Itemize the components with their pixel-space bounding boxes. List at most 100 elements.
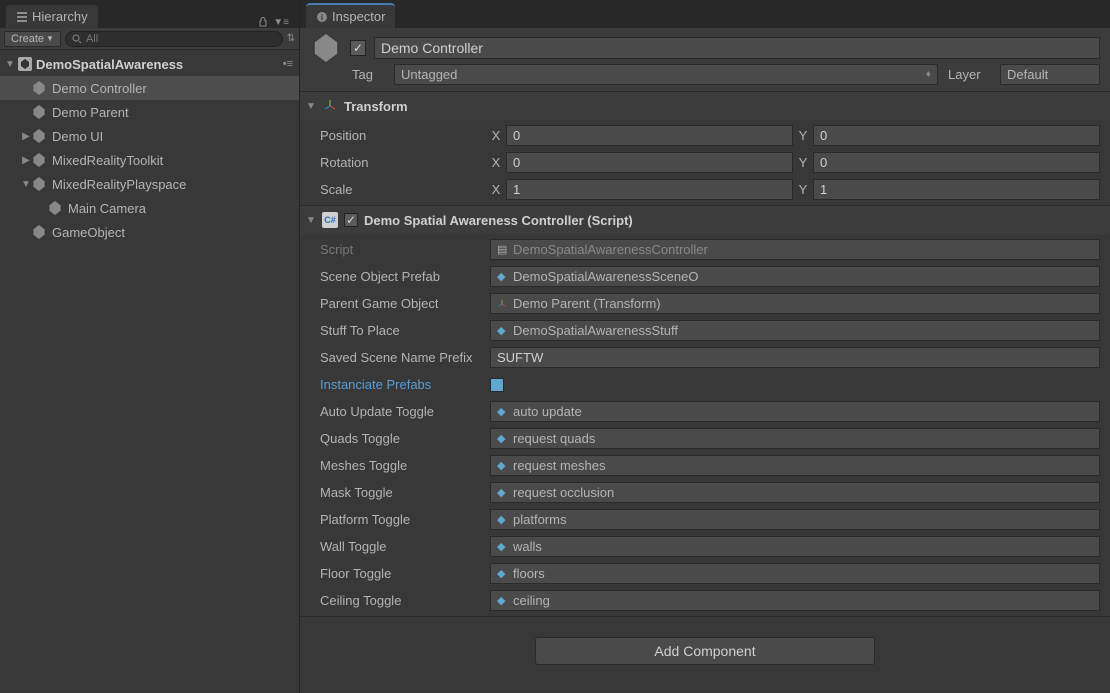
hierarchy-tab-label: Hierarchy xyxy=(32,9,88,24)
gameobject-icon xyxy=(32,225,50,239)
hierarchy-search-input[interactable] xyxy=(86,33,276,45)
scene-prefab-field[interactable]: ◆DemoSpatialAwarenessSceneO xyxy=(490,266,1100,287)
instanciate-checkbox[interactable] xyxy=(490,378,504,392)
position-y-input[interactable]: 0 xyxy=(813,125,1100,146)
active-checkbox[interactable]: ✓ xyxy=(350,40,366,56)
scene-root[interactable]: ▼ DemoSpatialAwareness •≡ xyxy=(0,52,299,76)
transform-header[interactable]: ▼ Transform xyxy=(300,92,1110,120)
prefab-icon: ◆ xyxy=(497,432,509,445)
ceiling-value: ceiling xyxy=(513,593,550,608)
rotation-label: Rotation xyxy=(310,155,490,170)
tag-dropdown[interactable]: Untagged ♦ xyxy=(394,64,938,85)
gameobject-icon xyxy=(310,32,342,64)
tree-item-demo-controller[interactable]: Demo Controller xyxy=(0,76,299,100)
lock-icon[interactable] xyxy=(257,16,269,28)
stuff-row: Stuff To Place ◆DemoSpatialAwarenessStuf… xyxy=(300,317,1110,344)
gameobject-icon xyxy=(32,129,50,143)
inspector-tab[interactable]: i Inspector xyxy=(306,3,395,28)
tree-item-playspace[interactable]: ▼ MixedRealityPlayspace xyxy=(0,172,299,196)
platform-field[interactable]: ◆platforms xyxy=(490,509,1100,530)
collapse-arrow-icon[interactable]: ▼ xyxy=(306,215,316,226)
tree-item-label: GameObject xyxy=(50,225,125,240)
tree-item-demo-ui[interactable]: ▶ Demo UI xyxy=(0,124,299,148)
tree-item-label: Demo Controller xyxy=(50,81,147,96)
expand-arrow-icon[interactable]: ▶ xyxy=(20,131,32,142)
script-header[interactable]: ▼ C# ✓ Demo Spatial Awareness Controller… xyxy=(300,206,1110,234)
scene-menu-icon[interactable]: •≡ xyxy=(283,58,299,70)
tree-item-label: Demo Parent xyxy=(50,105,129,120)
tag-value: Untagged xyxy=(401,67,457,82)
scale-y-input[interactable]: 1 xyxy=(813,179,1100,200)
wall-row: Wall Toggle ◆walls xyxy=(300,533,1110,560)
chevron-down-icon: ▼ xyxy=(46,34,54,43)
axis-x-label: X xyxy=(490,182,502,197)
hierarchy-search[interactable] xyxy=(65,31,283,47)
tree-item-label: MixedRealityPlayspace xyxy=(50,177,186,192)
stuff-value: DemoSpatialAwarenessStuff xyxy=(513,323,678,338)
panel-menu-icon[interactable]: ▼≡ xyxy=(273,17,289,28)
script-ref-value: DemoSpatialAwarenessController xyxy=(513,242,708,257)
rotation-y-input[interactable]: 0 xyxy=(813,152,1100,173)
prefab-icon: ◆ xyxy=(497,486,509,499)
saved-prefix-input[interactable]: SUFTW xyxy=(490,347,1100,368)
wall-label: Wall Toggle xyxy=(310,539,490,554)
scale-x-input[interactable]: 1 xyxy=(506,179,793,200)
scale-row: Scale X1 Y1 xyxy=(300,176,1110,203)
collapse-arrow-icon[interactable]: ▼ xyxy=(306,101,316,112)
gameobject-icon xyxy=(32,177,50,191)
hierarchy-panel: Hierarchy ▼≡ Create ▼ ⇅ ▼ DemoSpatialA xyxy=(0,0,300,693)
svg-text:i: i xyxy=(321,13,323,22)
expand-arrow-icon[interactable]: ▶ xyxy=(20,155,32,166)
hierarchy-tab[interactable]: Hierarchy xyxy=(6,5,98,28)
script-file-icon: ▤ xyxy=(497,243,509,256)
hierarchy-toolbar: Create ▼ ⇅ xyxy=(0,28,299,50)
script-title: Demo Spatial Awareness Controller (Scrip… xyxy=(364,213,633,228)
scene-prefab-value: DemoSpatialAwarenessSceneO xyxy=(513,269,698,284)
wall-field[interactable]: ◆walls xyxy=(490,536,1100,557)
mask-value: request occlusion xyxy=(513,485,614,500)
parent-field[interactable]: Demo Parent (Transform) xyxy=(490,293,1100,314)
add-component-button[interactable]: Add Component xyxy=(535,637,875,665)
create-dropdown[interactable]: Create ▼ xyxy=(4,31,61,47)
parent-row: Parent Game Object Demo Parent (Transfor… xyxy=(300,290,1110,317)
auto-update-label: Auto Update Toggle xyxy=(310,404,490,419)
expand-arrow-icon[interactable]: ▼ xyxy=(4,59,16,70)
quads-field[interactable]: ◆request quads xyxy=(490,428,1100,449)
tree-item-main-camera[interactable]: Main Camera xyxy=(0,196,299,220)
floor-label: Floor Toggle xyxy=(310,566,490,581)
wall-value: walls xyxy=(513,539,542,554)
stuff-field[interactable]: ◆DemoSpatialAwarenessStuff xyxy=(490,320,1100,341)
component-enabled-checkbox[interactable]: ✓ xyxy=(344,213,358,227)
script-prop-row: Script ▤ DemoSpatialAwarenessController xyxy=(300,236,1110,263)
gameobject-icon xyxy=(48,201,66,215)
rotation-x-input[interactable]: 0 xyxy=(506,152,793,173)
auto-update-field[interactable]: ◆auto update xyxy=(490,401,1100,422)
ceiling-field[interactable]: ◆ceiling xyxy=(490,590,1100,611)
quads-row: Quads Toggle ◆request quads xyxy=(300,425,1110,452)
platform-value: platforms xyxy=(513,512,566,527)
filter-icon[interactable]: ⇅ xyxy=(287,33,295,44)
meshes-row: Meshes Toggle ◆request meshes xyxy=(300,452,1110,479)
scene-icon xyxy=(18,57,32,71)
meshes-field[interactable]: ◆request meshes xyxy=(490,455,1100,476)
mask-field[interactable]: ◆ request occlusion xyxy=(490,482,1100,503)
floor-field[interactable]: ◆floors xyxy=(490,563,1100,584)
gameobject-icon xyxy=(32,81,50,95)
position-x-input[interactable]: 0 xyxy=(506,125,793,146)
tag-label: Tag xyxy=(352,67,384,82)
axis-y-label: Y xyxy=(797,128,809,143)
tree-item-demo-parent[interactable]: Demo Parent xyxy=(0,100,299,124)
layer-dropdown[interactable]: Default xyxy=(1000,64,1100,85)
tree-item-mrtk[interactable]: ▶ MixedRealityToolkit xyxy=(0,148,299,172)
axis-x-label: X xyxy=(490,155,502,170)
tree-item-gameobject[interactable]: GameObject xyxy=(0,220,299,244)
script-ref-field[interactable]: ▤ DemoSpatialAwarenessController xyxy=(490,239,1100,260)
parent-value: Demo Parent (Transform) xyxy=(513,296,661,311)
prefab-icon: ◆ xyxy=(497,459,509,472)
info-icon: i xyxy=(316,11,328,23)
stuff-label: Stuff To Place xyxy=(310,323,490,338)
expand-arrow-icon[interactable]: ▼ xyxy=(20,179,32,190)
script-prop-label: Script xyxy=(310,242,490,257)
rotation-row: Rotation X0 Y0 xyxy=(300,149,1110,176)
object-name-input[interactable]: Demo Controller xyxy=(374,37,1100,59)
